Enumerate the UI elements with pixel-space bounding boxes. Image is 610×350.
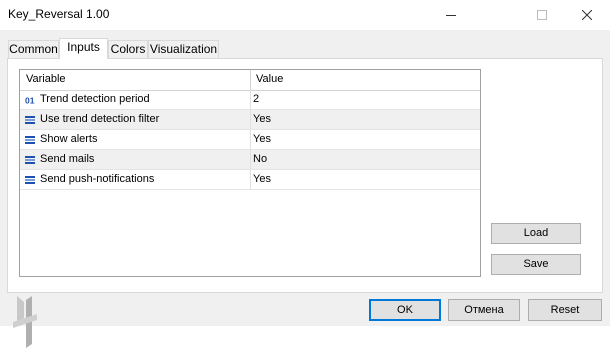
save-button[interactable]: Save bbox=[491, 254, 581, 275]
reset-button[interactable]: Reset bbox=[528, 299, 602, 321]
table-row[interactable]: 01 Trend detection period 2 bbox=[20, 90, 480, 110]
bool-param-icon bbox=[25, 116, 35, 124]
close-button[interactable] bbox=[564, 0, 610, 30]
table-row[interactable]: Show alerts Yes bbox=[20, 130, 480, 150]
parameters-grid: Variable Value 01 Trend detection period… bbox=[19, 69, 481, 277]
cancel-button[interactable]: Отмена bbox=[448, 299, 520, 321]
column-header-variable[interactable]: Variable bbox=[26, 73, 66, 85]
row-value[interactable]: Yes bbox=[253, 133, 271, 145]
window-title: Key_Reversal 1.00 bbox=[8, 7, 110, 21]
table-row[interactable]: Use trend detection filter Yes bbox=[20, 110, 480, 130]
bool-param-icon bbox=[25, 176, 35, 184]
row-value[interactable]: 2 bbox=[253, 93, 259, 105]
row-variable: Send push-notifications bbox=[40, 173, 155, 185]
row-value[interactable]: Yes bbox=[253, 173, 271, 185]
row-value[interactable]: Yes bbox=[253, 113, 271, 125]
bool-param-icon bbox=[25, 156, 35, 164]
svg-text:01: 01 bbox=[25, 96, 35, 106]
tab-visualization[interactable]: Visualization bbox=[148, 40, 219, 58]
close-icon bbox=[582, 10, 592, 20]
column-header-value[interactable]: Value bbox=[256, 73, 283, 85]
ok-button[interactable]: OK bbox=[369, 299, 441, 321]
grid-header: Variable Value bbox=[20, 70, 480, 91]
row-variable: Trend detection period bbox=[40, 93, 150, 105]
tab-common[interactable]: Common bbox=[8, 40, 59, 58]
table-row[interactable]: Send push-notifications Yes bbox=[20, 170, 480, 190]
inputs-panel: Variable Value 01 Trend detection period… bbox=[7, 58, 603, 293]
column-divider[interactable] bbox=[250, 70, 251, 90]
title-bar: Key_Reversal 1.00 bbox=[0, 0, 610, 30]
maximize-button[interactable] bbox=[519, 0, 565, 30]
load-button[interactable]: Load bbox=[491, 223, 581, 244]
row-variable: Use trend detection filter bbox=[40, 113, 160, 125]
minimize-button[interactable] bbox=[428, 0, 474, 30]
table-row[interactable]: Send mails No bbox=[20, 150, 480, 170]
minimize-icon bbox=[446, 15, 456, 16]
tab-inputs[interactable]: Inputs bbox=[59, 38, 108, 59]
bool-param-icon bbox=[25, 136, 35, 144]
maximize-icon bbox=[537, 10, 547, 20]
tab-colors[interactable]: Colors bbox=[108, 40, 148, 58]
watermark-logo-icon bbox=[13, 296, 37, 348]
row-value[interactable]: No bbox=[253, 153, 267, 165]
row-variable: Send mails bbox=[40, 153, 95, 165]
dialog-body: Common Inputs Colors Visualization Varia… bbox=[0, 30, 610, 348]
row-variable: Show alerts bbox=[40, 133, 98, 145]
integer-param-icon: 01 bbox=[25, 96, 35, 106]
